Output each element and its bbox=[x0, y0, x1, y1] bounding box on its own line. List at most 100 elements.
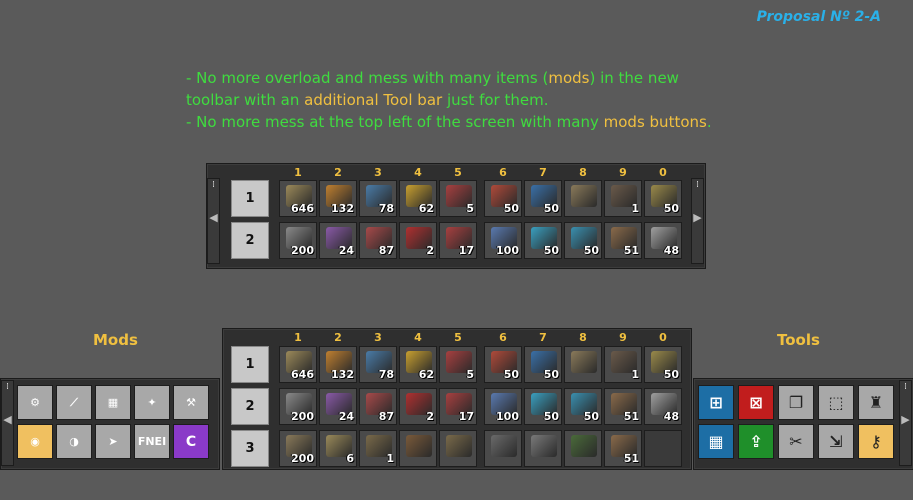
mod-factory-button[interactable]: ⚙ bbox=[17, 385, 53, 420]
bottom-slot[interactable]: 24 bbox=[319, 388, 357, 425]
top-left-handle[interactable]: ⁞ ◀ bbox=[207, 178, 220, 264]
slot-count: 51 bbox=[623, 410, 639, 423]
top-slot[interactable]: 1 bbox=[604, 180, 642, 217]
mod-fnei-button[interactable]: FNEI bbox=[134, 424, 170, 459]
bottom-slot[interactable] bbox=[564, 430, 602, 467]
bottom-slot[interactable]: 50 bbox=[524, 346, 562, 383]
bottom-slot[interactable] bbox=[524, 430, 562, 467]
mod-rocket-icon: ➤ bbox=[108, 435, 118, 448]
top-slot[interactable]: 200 bbox=[279, 222, 317, 259]
bottom-slot[interactable]: 646 bbox=[279, 346, 317, 383]
mod-daynight-button[interactable]: ◑ bbox=[56, 424, 92, 459]
slot-count: 200 bbox=[291, 410, 314, 423]
bottom-row-button-2[interactable]: 2 bbox=[231, 388, 269, 425]
mod-c-button[interactable]: C bbox=[173, 424, 209, 459]
slot-count: 6 bbox=[346, 452, 354, 465]
bottom-row-button-1[interactable]: 1 bbox=[231, 346, 269, 383]
bottom-slot[interactable]: 87 bbox=[359, 388, 397, 425]
top-row-button-2[interactable]: 2 bbox=[231, 222, 269, 259]
mod-rail-button[interactable]: ⟋ bbox=[56, 385, 92, 420]
bottom-slot[interactable]: 78 bbox=[359, 346, 397, 383]
bottom-slot[interactable]: 100 bbox=[484, 388, 522, 425]
mod-robot-button[interactable]: ✦ bbox=[134, 385, 170, 420]
bottom-slot[interactable]: 17 bbox=[439, 388, 477, 425]
bottom-col-number: 1 bbox=[294, 331, 302, 344]
bottom-slot[interactable]: 51 bbox=[604, 388, 642, 425]
slot-count: 51 bbox=[623, 452, 639, 465]
tool-ghost-button[interactable]: ♜ bbox=[858, 385, 894, 420]
bottom-slot[interactable]: 50 bbox=[484, 346, 522, 383]
tool-upgrade-button[interactable]: ⇪ bbox=[738, 424, 774, 459]
notes: - No more overload and mess with many it… bbox=[186, 67, 712, 133]
slot-count: 48 bbox=[663, 410, 679, 423]
top-right-handle[interactable]: ⁞ ▶ bbox=[691, 178, 704, 264]
bottom-slot[interactable]: 62 bbox=[399, 346, 437, 383]
top-slot[interactable]: 646 bbox=[279, 180, 317, 217]
bottom-row-button-3[interactable]: 3 bbox=[231, 430, 269, 467]
bottom-slot[interactable] bbox=[439, 430, 477, 467]
top-slot[interactable]: 132 bbox=[319, 180, 357, 217]
slot-count: 5 bbox=[466, 202, 474, 215]
slot-count: 50 bbox=[543, 368, 559, 381]
top-slot[interactable]: 51 bbox=[604, 222, 642, 259]
bottom-slot[interactable]: 50 bbox=[524, 388, 562, 425]
top-slot[interactable]: 50 bbox=[524, 180, 562, 217]
bottom-slot[interactable]: 6 bbox=[319, 430, 357, 467]
top-slot[interactable]: 50 bbox=[524, 222, 562, 259]
bottom-slot[interactable]: 51 bbox=[604, 430, 642, 467]
slot-count: 50 bbox=[503, 202, 519, 215]
bottom-col-number: 8 bbox=[579, 331, 587, 344]
top-slot[interactable]: 50 bbox=[484, 180, 522, 217]
slot-count: 48 bbox=[663, 244, 679, 257]
bottom-slot[interactable]: 50 bbox=[564, 388, 602, 425]
top-slot[interactable]: 100 bbox=[484, 222, 522, 259]
mods-handle[interactable]: ⁞ ◀ bbox=[1, 380, 14, 466]
tool-select-add-button[interactable]: ⊞ bbox=[698, 385, 734, 420]
top-slot[interactable]: 50 bbox=[644, 180, 682, 217]
tool-paste-button[interactable]: ⇲ bbox=[818, 424, 854, 459]
mod-blueprint-button[interactable]: ▦ bbox=[95, 385, 131, 420]
bottom-slot[interactable]: 1 bbox=[359, 430, 397, 467]
tool-key-button[interactable]: ⚷ bbox=[858, 424, 894, 459]
tool-blueprint-icon: ▦ bbox=[708, 432, 724, 451]
bottom-slot[interactable]: 200 bbox=[279, 430, 317, 467]
slot-count: 78 bbox=[378, 202, 394, 215]
tool-copy-button[interactable]: ❐ bbox=[778, 385, 814, 420]
bottom-slot[interactable]: 5 bbox=[439, 346, 477, 383]
bottom-slot[interactable]: 200 bbox=[279, 388, 317, 425]
top-slot[interactable]: 2 bbox=[399, 222, 437, 259]
bottom-slot[interactable] bbox=[399, 430, 437, 467]
slot-count: 50 bbox=[543, 202, 559, 215]
slot-count: 87 bbox=[378, 244, 394, 257]
top-slot[interactable] bbox=[564, 180, 602, 217]
top-slot[interactable]: 48 bbox=[644, 222, 682, 259]
top-slot[interactable]: 5 bbox=[439, 180, 477, 217]
top-slot[interactable]: 62 bbox=[399, 180, 437, 217]
top-slot[interactable]: 87 bbox=[359, 222, 397, 259]
tool-select-button[interactable]: ⬚ bbox=[818, 385, 854, 420]
mod-inserter-button[interactable]: ⚒ bbox=[173, 385, 209, 420]
bottom-slot[interactable]: 1 bbox=[604, 346, 642, 383]
top-slot[interactable]: 78 bbox=[359, 180, 397, 217]
top-col-number: 9 bbox=[619, 166, 627, 179]
slot-count: 5 bbox=[466, 368, 474, 381]
bottom-slot[interactable]: 50 bbox=[644, 346, 682, 383]
tool-blueprint-button[interactable]: ▦ bbox=[698, 424, 734, 459]
bottom-slot[interactable] bbox=[484, 430, 522, 467]
bottom-slot[interactable]: 48 bbox=[644, 388, 682, 425]
tool-cut-button[interactable]: ✂ bbox=[778, 424, 814, 459]
bottom-slot[interactable] bbox=[644, 430, 682, 467]
tool-select-remove-button[interactable]: ⊠ bbox=[738, 385, 774, 420]
tools-handle[interactable]: ⁞ ▶ bbox=[899, 380, 912, 466]
mod-camera-button[interactable]: ◉ bbox=[17, 424, 53, 459]
bottom-slot[interactable]: 132 bbox=[319, 346, 357, 383]
mod-rocket-button[interactable]: ➤ bbox=[95, 424, 131, 459]
top-slot[interactable]: 17 bbox=[439, 222, 477, 259]
bottom-slot[interactable] bbox=[564, 346, 602, 383]
bottom-slot[interactable]: 2 bbox=[399, 388, 437, 425]
top-slot[interactable]: 50 bbox=[564, 222, 602, 259]
boiler-icon bbox=[446, 435, 472, 457]
top-row-button-1[interactable]: 1 bbox=[231, 180, 269, 217]
tool-ghost-icon: ♜ bbox=[868, 393, 884, 412]
top-slot[interactable]: 24 bbox=[319, 222, 357, 259]
